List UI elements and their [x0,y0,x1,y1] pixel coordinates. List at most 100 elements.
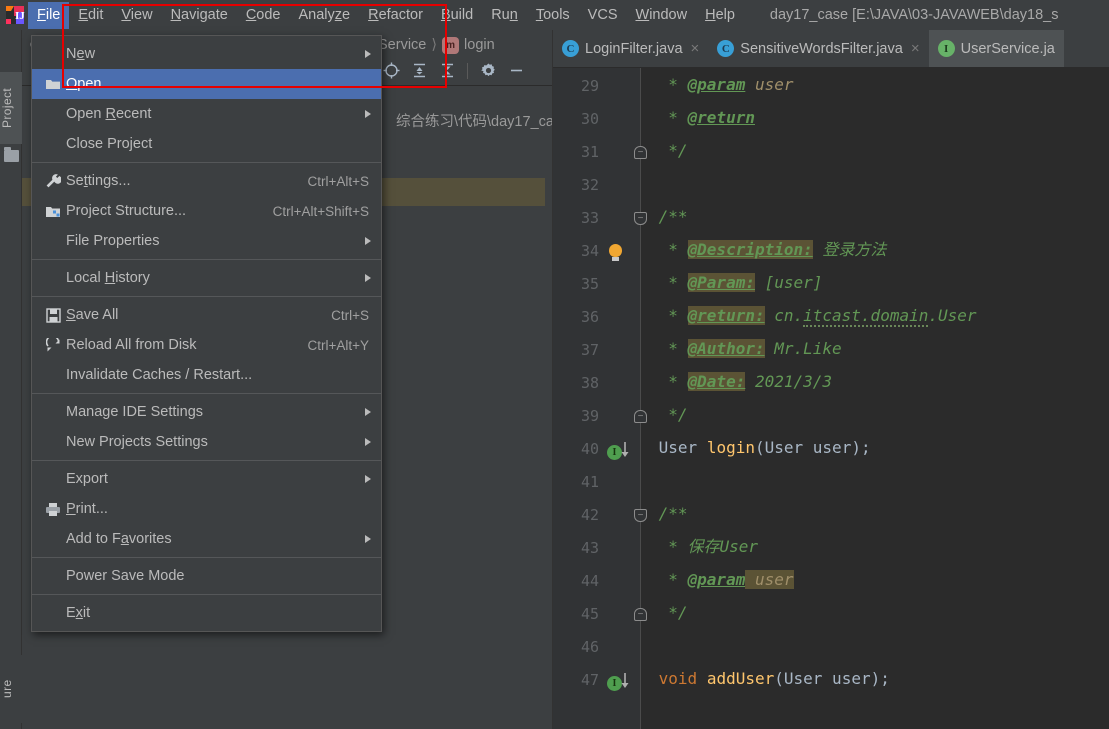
menu-item-export[interactable]: Export [32,464,381,494]
menu-item-label: Save All [66,307,119,323]
line-number: 31 [580,143,599,161]
menu-item-file-properties[interactable]: File Properties [32,226,381,256]
code-line: * @param user [668,570,794,589]
refresh-icon [40,337,66,353]
menu-vcs[interactable]: VCS [579,2,627,29]
fold-end-icon[interactable]: − [634,608,647,621]
tool-window-tab-project[interactable]: Project [0,72,22,144]
menu-navigate[interactable]: Navigate [162,2,237,29]
chevron-right-icon [365,237,371,245]
line-number: 37 [580,341,599,359]
breadcrumb-item-login[interactable]: login [464,37,495,53]
fold-end-icon[interactable]: − [634,410,647,423]
fold-end-icon[interactable]: − [634,146,647,159]
fold-start-icon[interactable]: − [634,509,647,522]
menu-item-open[interactable]: Open... [32,69,381,99]
tool-window-tab-structure[interactable]: ure [0,655,22,723]
menu-help[interactable]: Help [696,2,744,29]
line-number: 39 [580,407,599,425]
menu-item-save-all[interactable]: Save All Ctrl+S [32,300,381,330]
menu-item-project-structure[interactable]: Project Structure... Ctrl+Alt+Shift+S [32,196,381,226]
intention-bulb-icon[interactable] [605,235,635,268]
code-line: * @Author: Mr.Like [668,339,842,358]
project-structure-icon [40,204,66,219]
line-number: 36 [580,308,599,326]
save-icon [40,307,66,323]
implemented-method-icon[interactable]: I [605,433,635,466]
menu-item-label: File Properties [66,233,160,249]
close-tab-icon[interactable]: × [911,40,920,57]
line-number: 46 [580,638,599,656]
menu-item-settings[interactable]: Settings... Ctrl+Alt+S [32,166,381,196]
implemented-method-icon[interactable]: I [605,664,635,697]
menu-separator [32,296,381,297]
menu-item-local-history[interactable]: Local History [32,263,381,293]
line-number: 40 [580,440,599,458]
editor-tab-loginfilter-java[interactable]: C LoginFilter.java × [553,30,708,67]
editor-tab-userservice-ja[interactable]: I UserService.ja [928,30,1064,67]
collapse-all-icon[interactable] [434,59,460,83]
menu-separator [32,557,381,558]
wrench-icon [40,173,66,189]
menu-item-label: New [66,46,96,62]
menu-file[interactable]: File [28,1,70,29]
fold-start-icon[interactable]: − [634,212,647,225]
hide-tool-window-icon[interactable] [503,59,529,83]
line-number: 32 [580,176,599,194]
editor-tab-sensitivewordsfilter-java[interactable]: C SensitiveWordsFilter.java × [708,30,928,67]
menu-item-manage-ide-settings[interactable]: Manage IDE Settings [32,397,381,427]
breadcrumb: Service ⟩ m login [378,30,553,60]
line-number: 41 [580,473,599,491]
close-tab-icon[interactable]: × [691,40,700,57]
menu-code[interactable]: Code [237,2,290,29]
line-number: 47 [580,671,599,689]
line-number: 33 [580,209,599,227]
line-number: 43 [580,539,599,557]
chevron-right-icon [365,50,371,58]
printer-icon [40,502,66,517]
code-line: * @return: cn.itcast.domain.User [668,306,977,327]
chevron-right-icon [365,408,371,416]
code-text[interactable]: * @param user * @return */ /** * @Descri… [649,68,1109,695]
menu-item-label: Manage IDE Settings [66,404,204,420]
menu-view[interactable]: View [112,2,161,29]
menu-item-power-save-mode[interactable]: Power Save Mode [32,561,381,591]
breadcrumb-item-service[interactable]: Service [378,37,426,53]
menu-item-print[interactable]: Print... [32,494,381,524]
menu-item-invalidate-caches-restart[interactable]: Invalidate Caches / Restart... [32,360,381,390]
menu-item-shortcut: Ctrl+Alt+Shift+S [272,203,369,219]
chevron-right-icon [365,274,371,282]
editor-tab-label: LoginFilter.java [585,40,683,57]
file-menu-dropdown[interactable]: New Open... Open Recent Close Project Settin… [31,35,382,632]
menu-item-close-project[interactable]: Close Project [32,129,381,159]
code-editor[interactable]: − − − I − − I 29 30 31 32 33 34 35 36 37 38 39 40 41 42 43 44… [553,68,1109,729]
code-line: */ [668,603,688,622]
menu-build[interactable]: Build [432,2,482,29]
left-tool-window-strip: Project ure [0,30,22,729]
menu-item-exit[interactable]: Exit [32,598,381,628]
menu-window[interactable]: Window [627,2,697,29]
svg-text:IJ: IJ [15,10,25,22]
code-line: */ [668,141,688,160]
menu-run[interactable]: Run [482,2,527,29]
menu-edit[interactable]: Edit [69,2,112,29]
menu-separator [32,162,381,163]
menu-analyze[interactable]: Analyze [290,2,360,29]
line-number: 44 [580,572,599,590]
menu-item-reload-all-from-disk[interactable]: Reload All from Disk Ctrl+Alt+Y [32,330,381,360]
java-class-icon: C [717,40,735,57]
menu-tools[interactable]: Tools [527,2,579,29]
code-line: * 保存User [668,537,759,556]
chevron-right-icon: ⟩ [431,37,438,53]
menu-item-open-recent[interactable]: Open Recent [32,99,381,129]
code-line: /** [658,207,688,226]
menu-refactor[interactable]: Refactor [359,2,432,29]
menu-item-new-projects-settings[interactable]: New Projects Settings [32,427,381,457]
java-class-icon: C [562,40,579,57]
settings-gear-icon[interactable] [475,59,501,83]
folder-icon [4,147,19,162]
expand-all-icon[interactable] [406,59,432,83]
menu-item-add-to-favorites[interactable]: Add to Favorites [32,524,381,554]
menu-item-label: Print... [66,501,108,517]
menu-item-new[interactable]: New [32,39,381,69]
